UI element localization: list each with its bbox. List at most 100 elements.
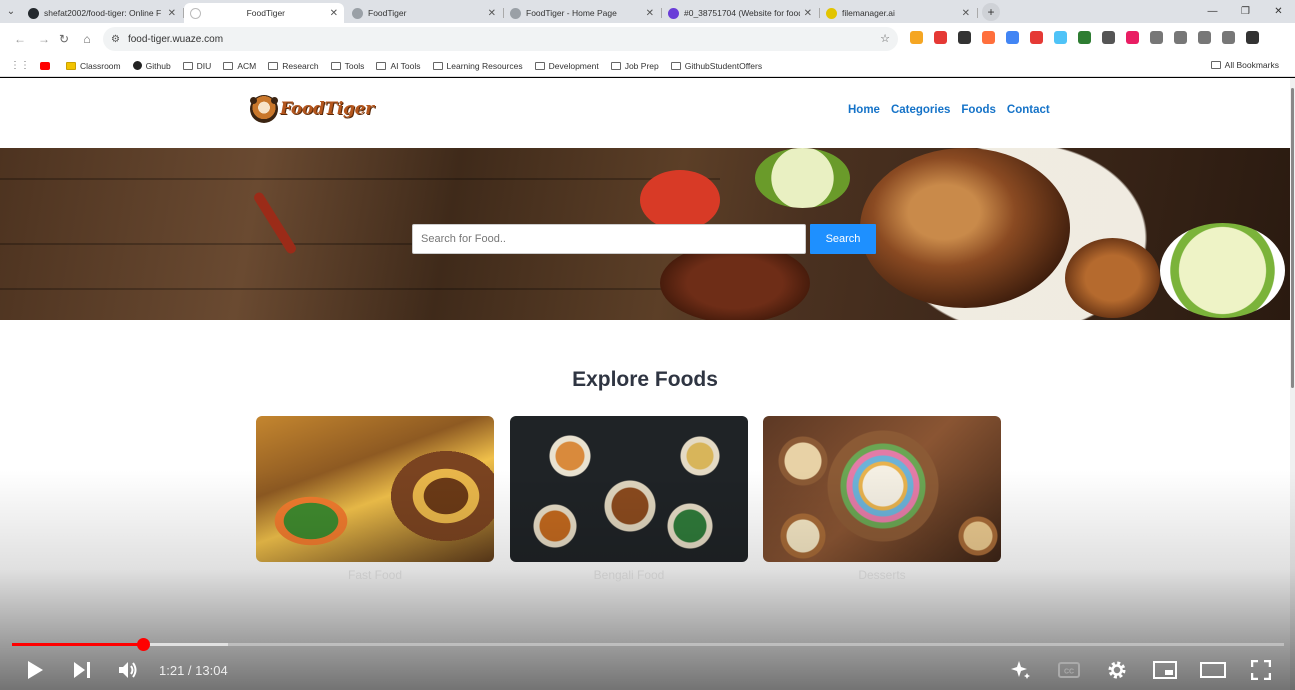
all-bookmarks-button[interactable]: All Bookmarks: [1210, 60, 1279, 70]
time-display: 1:21 / 13:04: [159, 663, 228, 678]
back-arrow-icon[interactable]: ←: [8, 27, 32, 51]
captions-icon[interactable]: CC: [1056, 657, 1082, 683]
extension-icon[interactable]: [1198, 31, 1211, 44]
bookmark-item[interactable]: Development: [534, 61, 599, 71]
play-icon[interactable]: [22, 657, 48, 683]
browser-tab[interactable]: FoodTiger ✕: [346, 3, 504, 23]
bookmark-label: DIU: [196, 60, 212, 71]
food-search-input[interactable]: Search for Food..: [412, 224, 806, 254]
video-controls: 1:21 / 13:04 CC: [0, 652, 1295, 688]
extension-icon[interactable]: [1054, 31, 1067, 44]
browser-tab[interactable]: shefat2002/food-tiger: Online F ✕: [22, 3, 184, 23]
extension-icon[interactable]: [910, 31, 923, 44]
page-scrollbar[interactable]: [1290, 78, 1295, 690]
close-tab-icon[interactable]: ✕: [330, 8, 338, 19]
scrubber-knob[interactable]: [137, 638, 151, 651]
bookmark-item[interactable]: AI Tools: [376, 61, 421, 71]
theater-mode-icon[interactable]: [1200, 657, 1226, 683]
folder-icon: [432, 61, 443, 70]
folder-icon: [268, 61, 279, 70]
search-button[interactable]: Search: [810, 224, 876, 254]
extension-icon[interactable]: [1006, 31, 1019, 44]
tab-title: filemanager.ai: [842, 8, 895, 18]
category-card-desserts[interactable]: [763, 416, 1001, 562]
tab-title: shefat2002/food-tiger: Online F: [44, 8, 162, 18]
extension-icon[interactable]: [1126, 31, 1139, 44]
bookmark-item[interactable]: DIU: [182, 60, 212, 71]
tab-title: FoodTiger - Home Page: [526, 8, 617, 18]
site-header: FoodTiger Home Categories Foods Contact: [0, 78, 1290, 148]
youtube-icon: [40, 61, 50, 70]
minimize-icon[interactable]: —: [1196, 0, 1229, 23]
svg-text:CC: CC: [1064, 669, 1074, 676]
fullscreen-icon[interactable]: [1248, 657, 1274, 683]
tomato-image: [640, 170, 720, 230]
bookmark-item[interactable]: ACM: [223, 61, 256, 71]
browser-tab[interactable]: #0_38751704 (Website for food ✕: [662, 3, 820, 23]
bookmark-star-icon[interactable]: ☆: [880, 32, 890, 45]
extension-icon[interactable]: [1102, 31, 1115, 44]
nav-foods[interactable]: Foods: [961, 104, 996, 116]
extension-icon[interactable]: [1246, 31, 1259, 44]
close-tab-icon[interactable]: ✕: [804, 8, 812, 19]
volume-icon[interactable]: [116, 657, 142, 683]
bookmark-item[interactable]: Classroom: [66, 61, 121, 71]
miniplayer-icon[interactable]: [1152, 657, 1178, 683]
nav-contact[interactable]: Contact: [1007, 104, 1050, 116]
close-tab-icon[interactable]: ✕: [488, 8, 496, 19]
extension-icon[interactable]: [1150, 31, 1163, 44]
site-logo[interactable]: FoodTiger: [250, 95, 374, 123]
close-tab-icon[interactable]: ✕: [646, 8, 654, 19]
folder-icon: [376, 61, 387, 70]
extension-icon[interactable]: [934, 31, 947, 44]
next-icon[interactable]: [69, 657, 95, 683]
bookmark-item[interactable]: GithubStudentOffers: [670, 60, 763, 71]
bookmark-item[interactable]: [40, 61, 54, 70]
tab-search-icon[interactable]: ⌄: [0, 0, 22, 23]
website-viewport: FoodTiger Home Categories Foods Contact …: [0, 78, 1290, 690]
grilled-chicken-image: [860, 148, 1070, 308]
home-icon[interactable]: ⌂: [75, 27, 99, 51]
category-card-fast-food[interactable]: [256, 416, 494, 562]
bookmark-item[interactable]: Tools: [330, 61, 364, 71]
folder-icon: [1210, 61, 1221, 69]
extension-icon[interactable]: [1174, 31, 1187, 44]
scrollbar-thumb[interactable]: [1291, 88, 1294, 388]
address-bar[interactable]: ⚙ food-tiger.wuaze.com ☆: [103, 27, 898, 51]
settings-gear-icon[interactable]: [1104, 657, 1130, 683]
bookmark-item[interactable]: Research: [268, 61, 319, 71]
extension-icon[interactable]: [982, 31, 995, 44]
site-info-icon[interactable]: ⚙: [111, 34, 120, 45]
extension-icon[interactable]: [1222, 31, 1235, 44]
close-tab-icon[interactable]: ✕: [962, 8, 970, 19]
bookmark-item[interactable]: Learning Resources: [432, 61, 523, 71]
wood-grain: [0, 178, 720, 180]
nav-categories[interactable]: Categories: [891, 104, 950, 116]
close-window-icon[interactable]: ✕: [1262, 0, 1295, 23]
video-progress-bar[interactable]: [12, 638, 1284, 651]
nav-home[interactable]: Home: [848, 104, 880, 116]
restore-icon[interactable]: ❐: [1229, 0, 1262, 23]
reload-icon[interactable]: ↻: [52, 27, 76, 51]
extension-icon[interactable]: [1078, 31, 1091, 44]
close-tab-icon[interactable]: ✕: [168, 8, 176, 19]
new-tab-button[interactable]: +: [982, 3, 1000, 21]
ai-sparkle-icon[interactable]: [1008, 657, 1034, 683]
bookmark-item[interactable]: Job Prep: [610, 60, 659, 71]
extension-icon[interactable]: [958, 31, 971, 44]
bookmark-label: Job Prep: [624, 60, 659, 71]
browser-tab[interactable]: filemanager.ai ✕: [820, 3, 978, 23]
lime-image: [1160, 223, 1285, 318]
globe-icon: [510, 7, 521, 19]
apps-grid-icon[interactable]: ⋮⋮: [0, 60, 40, 71]
category-card-bengali-food[interactable]: [510, 416, 748, 562]
browser-tab[interactable]: FoodTiger - Home Page ✕: [504, 3, 662, 23]
globe-icon: [352, 7, 363, 19]
bookmark-label: Classroom: [80, 60, 121, 71]
bookmark-label: GithubStudentOffers: [684, 60, 763, 71]
tiger-logo-icon: [250, 95, 278, 123]
extension-icon[interactable]: [1030, 31, 1043, 44]
browser-tab[interactable]: FoodTiger ✕: [184, 3, 344, 23]
bookmark-item[interactable]: Github: [132, 61, 171, 71]
folder-icon: [610, 61, 621, 70]
